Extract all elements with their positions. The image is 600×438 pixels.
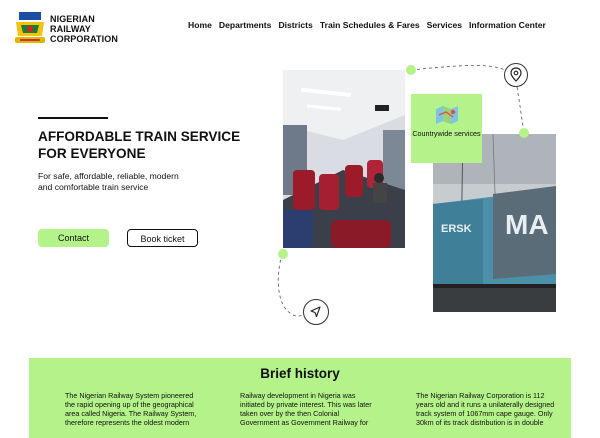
contact-button[interactable]: Contact xyxy=(38,229,109,247)
svg-text:ERSK: ERSK xyxy=(441,223,472,235)
route-dot xyxy=(519,128,529,138)
book-ticket-button[interactable]: Book ticket xyxy=(127,229,198,247)
hero-title: AFFORDABLE TRAIN SERVICE FOR EVERYONE xyxy=(38,129,241,161)
brand-name: NIGERIAN RAILWAY CORPORATION xyxy=(50,14,118,44)
brief-history-section: Brief history The Nigerian Railway Syste… xyxy=(29,358,571,438)
main-nav: Home Departments Districts Train Schedul… xyxy=(188,20,553,30)
nav-train-schedules[interactable]: Train Schedules & Fares xyxy=(320,20,420,30)
svg-text:MA: MA xyxy=(505,209,549,240)
title-divider xyxy=(38,117,108,119)
route-dot xyxy=(278,249,288,259)
brand-line-3: CORPORATION xyxy=(50,34,118,44)
nav-home[interactable]: Home xyxy=(188,20,212,30)
history-column-1: The Nigerian Railway System pioneered th… xyxy=(65,391,197,427)
hero-subtitle: For safe, affordable, reliable, modern a… xyxy=(38,171,179,192)
train-interior-image xyxy=(283,70,405,248)
nav-departments[interactable]: Departments xyxy=(219,20,272,30)
navigation-arrow-icon xyxy=(303,299,329,325)
brand-line-1: NIGERIAN xyxy=(50,14,95,24)
card-label: Countrywide services xyxy=(412,129,481,138)
history-column-3: The Nigerian Railway Corporation is 112 … xyxy=(416,391,555,427)
nav-services[interactable]: Services xyxy=(427,20,462,30)
logo[interactable] xyxy=(12,10,48,46)
brand-line-2: RAILWAY xyxy=(50,24,91,34)
nav-information-center[interactable]: Information Center xyxy=(469,20,546,30)
location-pin-icon xyxy=(504,63,528,87)
history-title: Brief history xyxy=(260,366,340,381)
map-icon xyxy=(435,106,458,124)
history-column-2: Railway development in Nigeria was initi… xyxy=(240,391,372,427)
countrywide-services-card[interactable]: Countrywide services xyxy=(411,94,482,163)
nav-districts[interactable]: Districts xyxy=(278,20,312,30)
route-dot xyxy=(406,65,416,75)
